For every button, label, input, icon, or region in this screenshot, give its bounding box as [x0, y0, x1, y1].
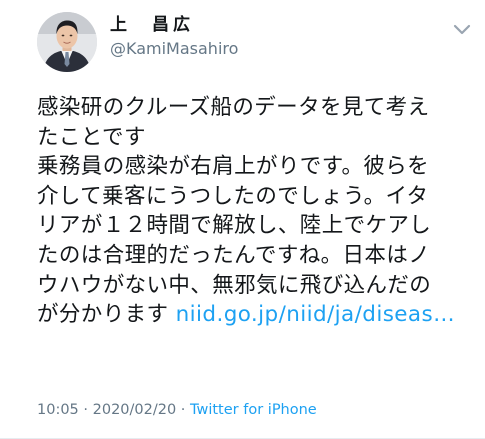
meta-separator: · — [78, 402, 93, 418]
tweet-line: 介して乗客にうつしたのでしょう。イタ — [37, 183, 429, 209]
tweet-date[interactable]: 2020/02/20 — [93, 402, 177, 418]
avatar[interactable] — [37, 12, 97, 72]
tweet-line: たのは合理的だったんですね。日本はノ — [37, 242, 431, 268]
tweet-line: ウハウがない中、無邪気に飛び込んだの — [37, 272, 432, 298]
user-info[interactable]: 上 昌広 @KamiMasahiro — [110, 14, 238, 60]
meta-separator: · — [176, 402, 191, 418]
tweet-line: 乗務員の感染が右肩上がりです。彼らを — [37, 154, 430, 180]
chevron-down-icon[interactable] — [452, 22, 472, 36]
tweet-line: たことです — [37, 124, 146, 150]
display-name[interactable]: 上 昌広 — [110, 14, 238, 36]
tweet-card: 上 昌広 @KamiMasahiro 感染研のクルーズ船のデータを見て考え たこ… — [0, 0, 485, 439]
tweet-text: 感染研のクルーズ船のデータを見て考え たことです 乗務員の感染が右肩上がりです。… — [37, 93, 477, 330]
tweet-time[interactable]: 10:05 — [37, 402, 79, 418]
tweet-line-text: が分かります — [37, 302, 176, 328]
tweet-source-link[interactable]: Twitter for iPhone — [190, 402, 317, 418]
tweet-meta: 10:05 · 2020/02/20 · Twitter for iPhone — [37, 400, 317, 420]
tweet-line: リアが１２時間で解放し、陸上でケアし — [37, 213, 432, 239]
user-handle[interactable]: @KamiMasahiro — [110, 38, 238, 60]
avatar-portrait — [37, 12, 97, 72]
tweet-line: 感染研のクルーズ船のデータを見て考え — [37, 95, 430, 120]
tweet-link[interactable]: niid.go.jp/niid/ja/diseas… — [176, 302, 455, 327]
tweet-line-last: が分かります niid.go.jp/niid/ja/diseas… — [37, 300, 477, 330]
